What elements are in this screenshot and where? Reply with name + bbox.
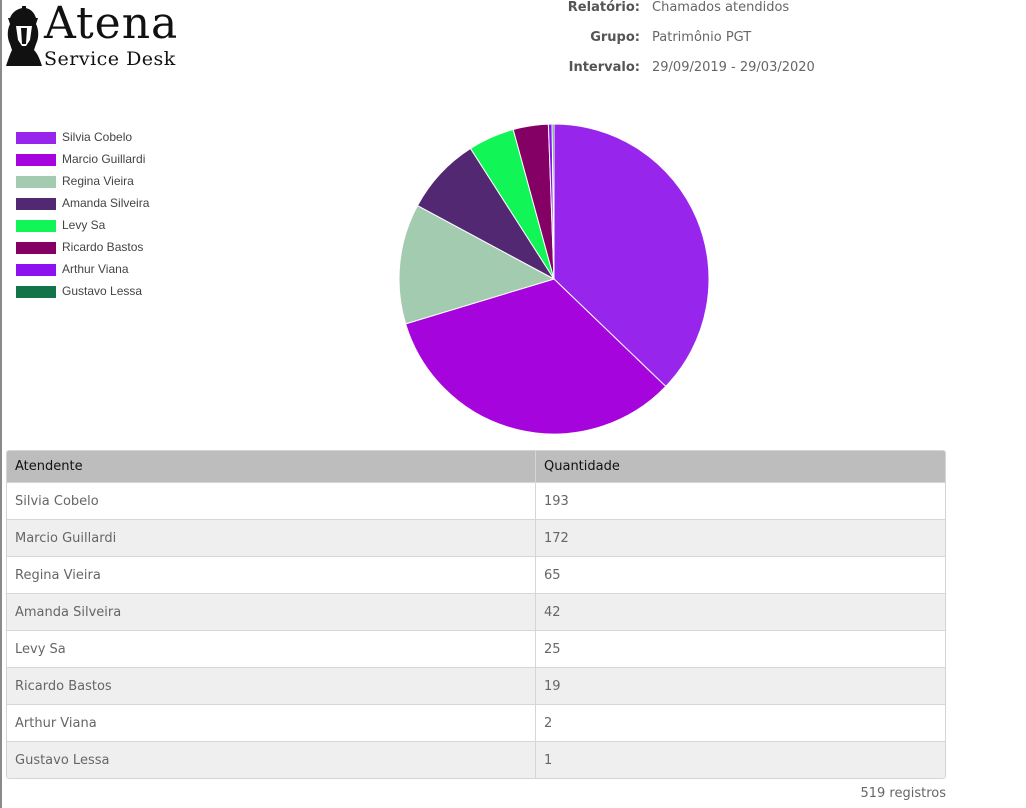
- legend-label: Silvia Cobelo: [62, 130, 133, 144]
- brand-name: Atena: [44, 0, 179, 49]
- cell-quantidade: 193: [535, 482, 945, 520]
- report-info: Relatório: Chamados atendidos Grupo: Pat…: [560, 0, 860, 90]
- cell-quantidade: 1: [535, 741, 945, 778]
- legend-swatch: [16, 176, 56, 188]
- cell-atendente: Marcio Guillardi: [7, 519, 536, 557]
- spartan-helmet-icon: [6, 6, 42, 66]
- cell-quantidade: 2: [535, 704, 945, 742]
- atena-logo: Atena Service Desk: [4, 2, 180, 72]
- table-row: Marcio Guillardi 172: [7, 519, 945, 557]
- column-header-quantidade[interactable]: Quantidade: [535, 451, 945, 483]
- legend-label: Ricardo Bastos: [62, 240, 144, 254]
- cell-atendente: Gustavo Lessa: [7, 741, 536, 778]
- report-row: Relatório: Chamados atendidos: [560, 0, 860, 30]
- cell-atendente: Regina Vieira: [7, 556, 536, 594]
- cell-quantidade: 172: [535, 519, 945, 557]
- cell-atendente: Silvia Cobelo: [7, 482, 536, 520]
- interval-value: 29/09/2019 - 29/03/2020: [652, 60, 815, 75]
- legend-label: Marcio Guillardi: [62, 152, 146, 166]
- legend-label: Arthur Viana: [62, 262, 129, 276]
- pie-chart: [398, 123, 710, 435]
- group-row: Grupo: Patrimônio PGT: [560, 30, 860, 60]
- cell-quantidade: 25: [535, 630, 945, 668]
- group-label: Grupo:: [590, 30, 640, 45]
- legend-swatch: [16, 264, 56, 276]
- cell-atendente: Ricardo Bastos: [7, 667, 536, 705]
- table-row: Levy Sa 25: [7, 630, 945, 668]
- table-row: Amanda Silveira 42: [7, 593, 945, 631]
- column-header-atendente[interactable]: Atendente: [7, 451, 536, 483]
- cell-quantidade: 19: [535, 667, 945, 705]
- cell-atendente: Arthur Viana: [7, 704, 536, 742]
- legend-swatch: [16, 286, 56, 298]
- report-label: Relatório:: [567, 0, 640, 15]
- legend-swatch: [16, 242, 56, 254]
- interval-row: Intervalo: 29/09/2019 - 29/03/2020: [560, 60, 860, 90]
- legend-swatch: [16, 132, 56, 144]
- legend-swatch: [16, 198, 56, 210]
- legend-swatch: [16, 220, 56, 232]
- legend-label: Regina Vieira: [62, 174, 134, 188]
- cell-atendente: Levy Sa: [7, 630, 536, 668]
- brand-subtitle: Service Desk: [44, 48, 176, 70]
- table-row: Ricardo Bastos 19: [7, 667, 945, 705]
- table-header-row: Atendente Quantidade: [7, 451, 945, 483]
- legend-swatch: [16, 154, 56, 166]
- cell-atendente: Amanda Silveira: [7, 593, 536, 631]
- table-row: Arthur Viana 2: [7, 704, 945, 742]
- cell-quantidade: 42: [535, 593, 945, 631]
- legend-label: Levy Sa: [62, 218, 106, 232]
- left-border: [0, 0, 2, 808]
- results-table: Atendente Quantidade Silvia Cobelo 193 M…: [6, 450, 946, 779]
- interval-label: Intervalo:: [568, 60, 640, 75]
- legend-label: Gustavo Lessa: [62, 284, 143, 298]
- cell-quantidade: 65: [535, 556, 945, 594]
- table-row: Gustavo Lessa 1: [7, 741, 945, 778]
- group-value: Patrimônio PGT: [652, 30, 752, 45]
- record-count: 519 registros: [860, 786, 946, 801]
- table-row: Silvia Cobelo 193: [7, 482, 945, 520]
- table-row: Regina Vieira 65: [7, 556, 945, 594]
- report-value: Chamados atendidos: [652, 0, 790, 15]
- legend-label: Amanda Silveira: [62, 196, 150, 210]
